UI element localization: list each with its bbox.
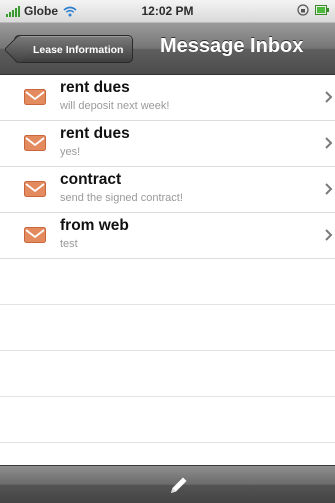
mail-icon: [24, 181, 46, 197]
message-subject: rent dues: [60, 79, 130, 96]
chevron-right-icon: [325, 183, 333, 195]
back-button-label: Lease Information: [33, 44, 124, 56]
message-subject: contract: [60, 171, 122, 188]
page-title: Message Inbox: [160, 35, 304, 57]
message-preview: yes!: [60, 146, 81, 158]
message-preview: send the signed contract!: [60, 192, 183, 204]
message-subject: rent dues: [60, 125, 130, 142]
status-bar: Globe 12:02 PM: [0, 0, 335, 23]
mail-icon: [24, 135, 46, 151]
battery-icon: [315, 5, 329, 15]
chevron-right-icon: [325, 137, 333, 149]
rotation-lock-icon: [297, 4, 309, 16]
status-right: [297, 4, 329, 16]
message-subject: from web: [60, 217, 129, 234]
chevron-right-icon: [325, 229, 333, 241]
list-item[interactable]: from web test: [0, 213, 335, 259]
chevron-right-icon: [325, 91, 333, 103]
compose-pencil-icon[interactable]: [165, 473, 191, 499]
back-button[interactable]: Lease Information: [14, 35, 134, 63]
message-preview: test: [60, 238, 78, 250]
mail-icon: [24, 227, 46, 243]
message-preview: will deposit next week!: [60, 100, 170, 112]
mail-icon: [24, 89, 46, 105]
bottom-toolbar: [0, 465, 335, 503]
list-item[interactable]: rent dues yes!: [0, 121, 335, 167]
list-item[interactable]: rent dues will deposit next week!: [0, 75, 335, 121]
inbox-list: rent dues will deposit next week! rent d…: [0, 75, 335, 465]
status-time: 12:02 PM: [141, 4, 194, 18]
nav-bar: Lease Information Message Inbox: [0, 23, 335, 75]
list-item[interactable]: contract send the signed contract!: [0, 167, 335, 213]
